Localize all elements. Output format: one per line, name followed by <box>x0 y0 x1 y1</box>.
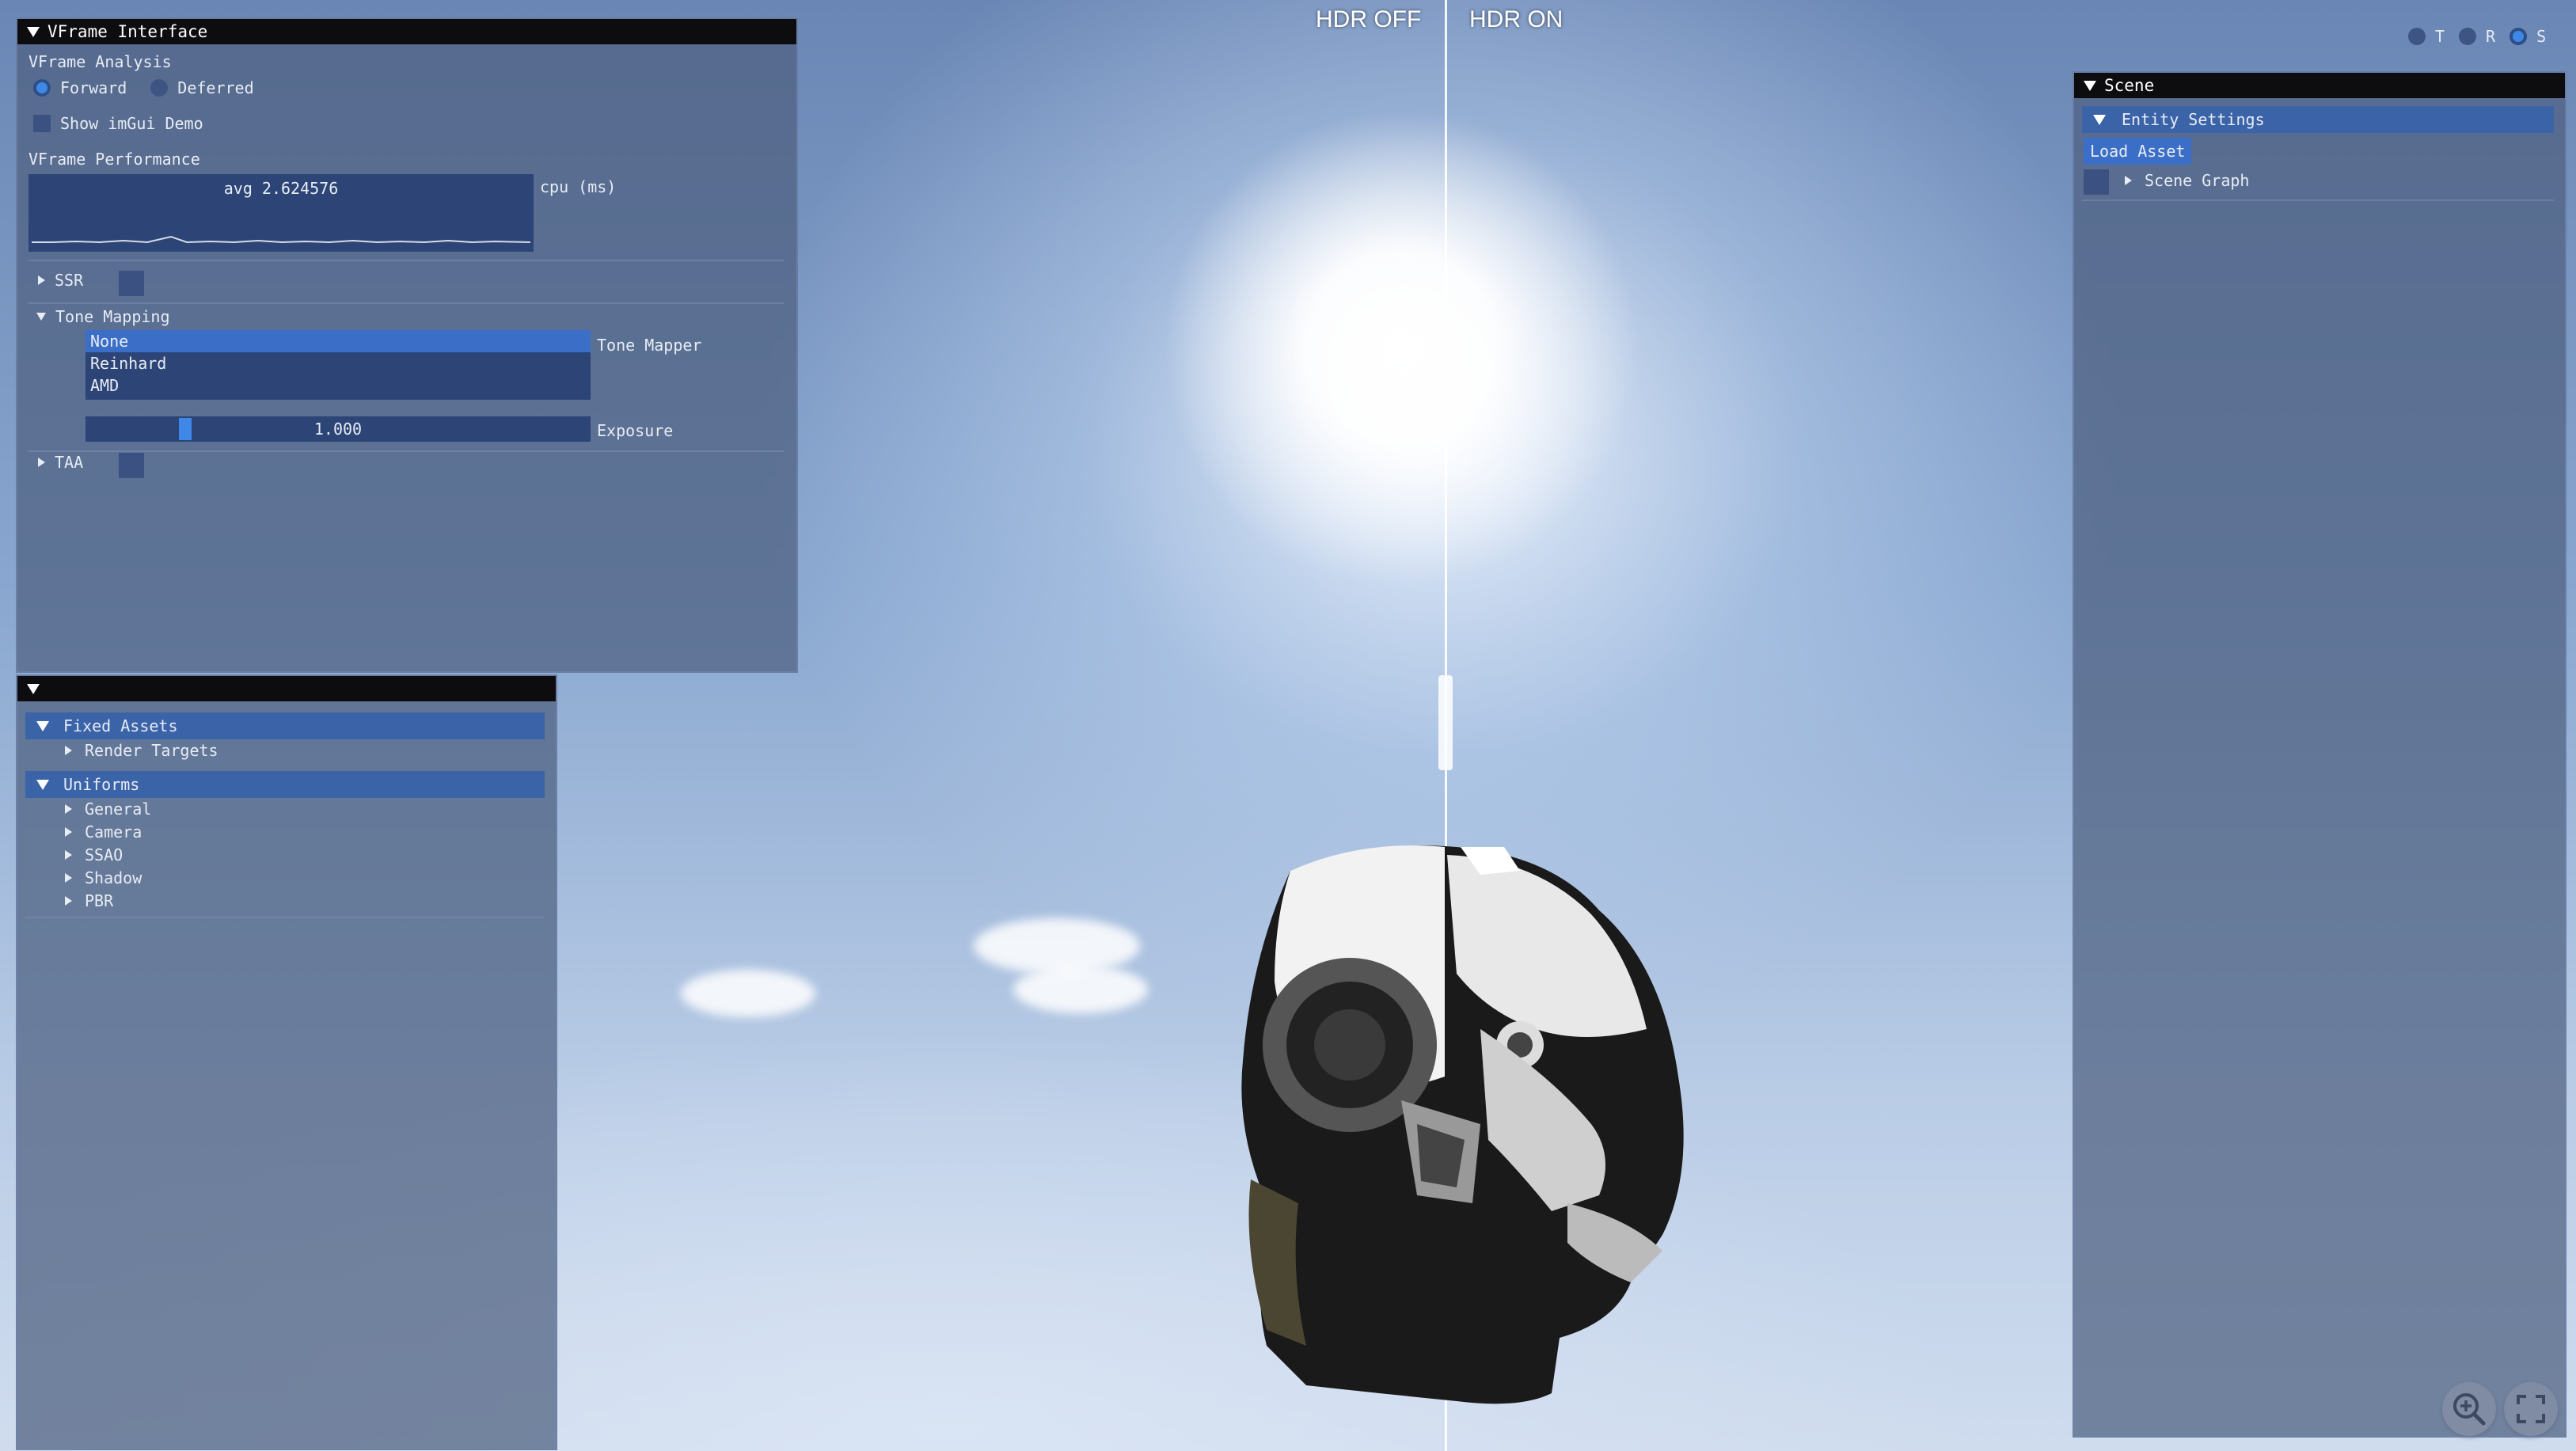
expand-icon <box>2125 176 2132 185</box>
uniform-label: SSAO <box>85 845 123 864</box>
exposure-label: Exposure <box>597 421 674 440</box>
divider <box>28 450 784 452</box>
cpu-plot-line <box>32 235 531 244</box>
gizmo-rotate-radio[interactable] <box>2459 28 2477 45</box>
analysis-header: VFrame Analysis <box>28 52 172 71</box>
scene-graph-label: Scene Graph <box>2145 171 2250 190</box>
option-label: AMD <box>90 376 120 395</box>
vframe-panel-titlebar[interactable]: VFrame Interface <box>17 19 796 44</box>
gizmo-rotate-label: R <box>2486 27 2496 46</box>
plot-label: cpu (ms) <box>540 177 617 196</box>
assets-panel-titlebar[interactable] <box>17 676 556 701</box>
cloud <box>1013 966 1148 1013</box>
gizmo-translate-radio[interactable] <box>2408 28 2426 45</box>
option-label: Reinhard <box>90 354 167 373</box>
uniform-camera-node[interactable]: Camera <box>65 822 142 841</box>
uniform-pbr-node[interactable]: PBR <box>65 891 113 910</box>
hdr-on-label: HDR ON <box>1469 6 1563 32</box>
fixed-assets-label: Fixed Assets <box>63 716 178 735</box>
expand-icon <box>38 458 45 467</box>
ssr-checkbox[interactable] <box>119 271 144 296</box>
ssr-tree-node[interactable]: SSR <box>38 271 83 290</box>
expand-icon <box>65 827 72 837</box>
scene-graph-checkbox[interactable] <box>2084 169 2109 195</box>
load-asset-label: Load Asset <box>2090 142 2186 161</box>
taa-checkbox[interactable] <box>119 453 144 478</box>
tone-mapper-option-none[interactable]: None <box>85 330 591 352</box>
expand-icon <box>65 850 72 860</box>
fixed-assets-header[interactable]: Fixed Assets <box>25 712 545 739</box>
collapse-icon[interactable] <box>2084 80 2096 91</box>
entity-settings-label: Entity Settings <box>2122 110 2265 129</box>
collapse-icon <box>36 779 49 790</box>
tone-mapping-tree-node[interactable]: Tone Mapping <box>36 307 170 326</box>
forward-label: Forward <box>60 78 127 97</box>
ssr-label: SSR <box>55 271 84 290</box>
panel-title: Scene <box>2104 76 2155 95</box>
cloud <box>974 918 1140 974</box>
tone-mapper-listbox[interactable]: None Reinhard AMD <box>85 330 591 400</box>
collapse-icon[interactable] <box>27 26 40 37</box>
gizmo-scale-label: S <box>2536 27 2547 46</box>
uniform-label: PBR <box>85 891 114 910</box>
uniform-ssao-node[interactable]: SSAO <box>65 845 123 864</box>
divider <box>28 260 784 261</box>
exposure-slider[interactable]: 1.000 <box>85 416 591 442</box>
expand-icon <box>65 873 72 883</box>
collapse-icon[interactable] <box>27 683 40 694</box>
performance-header: VFrame Performance <box>28 150 200 169</box>
render-targets-label: Render Targets <box>85 741 218 760</box>
render-mode-group: Forward Deferred <box>33 78 254 97</box>
uniforms-label: Uniforms <box>63 775 140 794</box>
assets-panel: Fixed Assets Render Targets Uniforms Gen… <box>16 674 557 1450</box>
option-label: None <box>90 332 129 351</box>
gizmo-translate-label: T <box>2435 27 2445 46</box>
tone-mapper-option-reinhard[interactable]: Reinhard <box>85 352 591 374</box>
uniform-label: Shadow <box>85 868 142 887</box>
uniform-shadow-node[interactable]: Shadow <box>65 868 142 887</box>
helmet-model[interactable] <box>1219 839 1710 1409</box>
scene-panel-titlebar[interactable]: Scene <box>2074 73 2565 98</box>
vframe-interface-panel: VFrame Interface VFrame Analysis Forward… <box>16 17 798 673</box>
expand-icon <box>38 275 45 285</box>
expand-icon <box>65 804 72 814</box>
panel-title: VFrame Interface <box>47 22 208 41</box>
show-imgui-demo-row[interactable]: Show imGui Demo <box>33 114 203 133</box>
expand-icon <box>65 896 72 906</box>
expand-icon <box>65 746 72 755</box>
gizmo-scale-radio[interactable] <box>2510 28 2528 45</box>
tone-mapper-label: Tone Mapper <box>597 336 702 355</box>
taa-label: TAA <box>55 453 84 472</box>
uniforms-header[interactable]: Uniforms <box>25 771 545 798</box>
collapse-icon <box>2093 114 2106 125</box>
uniform-general-node[interactable]: General <box>65 800 151 819</box>
gizmo-mode-selector: T R S <box>2408 27 2546 46</box>
uniform-label: Camera <box>85 822 142 841</box>
hdr-off-label: HDR OFF <box>1316 6 1422 32</box>
scene-panel: Scene Entity Settings Load Asset Scene G… <box>2073 71 2567 1438</box>
exposure-value: 1.000 <box>313 420 363 439</box>
show-imgui-demo-checkbox[interactable] <box>33 115 51 132</box>
cpu-plot: avg 2.624576 <box>28 174 534 252</box>
divider <box>25 917 545 918</box>
render-targets-tree-node[interactable]: Render Targets <box>65 741 218 760</box>
tone-mapper-option-amd[interactable]: AMD <box>85 374 591 397</box>
uniform-label: General <box>85 800 152 819</box>
divider <box>28 302 784 304</box>
load-asset-button[interactable]: Load Asset <box>2084 138 2192 165</box>
forward-radio[interactable] <box>33 79 51 97</box>
deferred-label: Deferred <box>177 78 254 97</box>
show-imgui-demo-label: Show imGui Demo <box>60 114 203 133</box>
deferred-radio[interactable] <box>150 79 169 97</box>
cloud <box>681 970 815 1017</box>
taa-tree-node[interactable]: TAA <box>38 453 83 472</box>
collapse-icon <box>36 720 49 731</box>
divider <box>2082 199 2554 201</box>
tone-mapping-label: Tone Mapping <box>55 307 170 326</box>
scene-graph-tree-node[interactable]: Scene Graph <box>2125 171 2249 190</box>
hdr-split-handle[interactable] <box>1438 675 1453 770</box>
entity-settings-header[interactable]: Entity Settings <box>2082 106 2554 133</box>
collapse-icon <box>36 313 46 321</box>
